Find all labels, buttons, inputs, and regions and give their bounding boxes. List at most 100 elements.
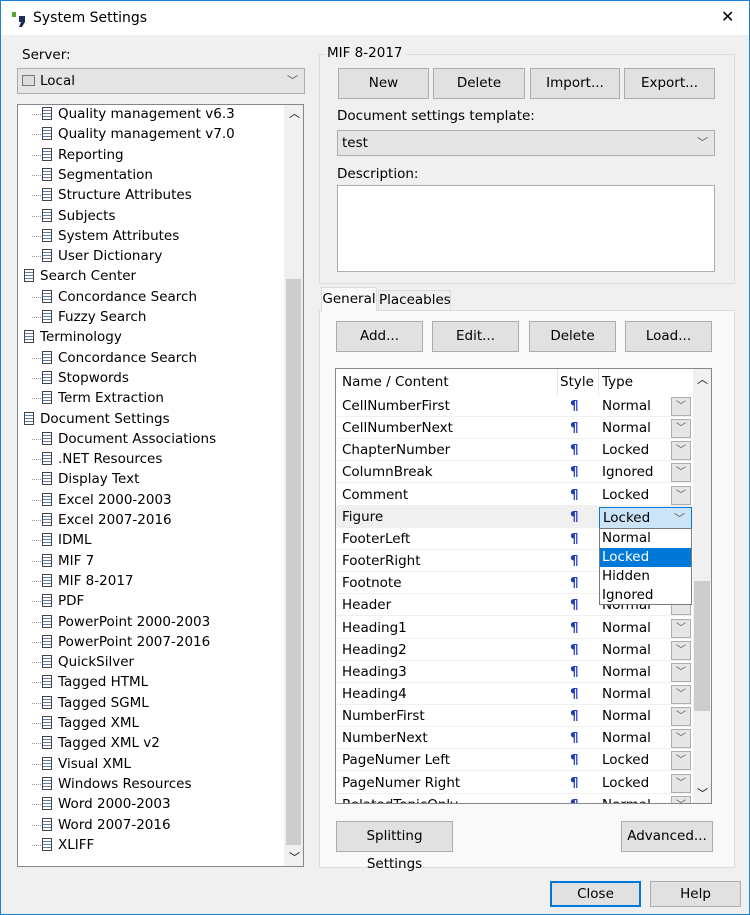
tree-item[interactable]: Windows Resources — [42, 774, 192, 794]
tree-item[interactable]: Stopwords — [42, 368, 129, 388]
template-select[interactable]: test ﹀ — [337, 130, 715, 156]
server-select[interactable]: Local ﹀ — [17, 68, 305, 94]
table-row[interactable]: CellNumberNext ¶ Normal ﹀ — [336, 417, 693, 440]
table-scrollbar-thumb[interactable] — [694, 581, 710, 711]
tree-item[interactable]: Reporting — [42, 145, 124, 165]
tree-item[interactable]: QuickSilver — [42, 652, 134, 672]
scroll-down-icon[interactable]: ﹀ — [697, 785, 708, 801]
table-row[interactable]: Heading2 ¶ Normal ﹀ — [336, 639, 693, 661]
table-row[interactable]: NumberFirst ¶ Normal ﹀ — [336, 705, 693, 728]
tree-item[interactable]: User Dictionary — [42, 246, 162, 266]
scroll-up-icon[interactable]: ︿ — [289, 105, 300, 121]
tree-item[interactable]: Tagged HTML — [42, 672, 148, 692]
template-import-button[interactable]: Import... — [530, 68, 620, 99]
tree-item[interactable]: PowerPoint 2007-2016 — [42, 632, 210, 652]
scroll-up-icon[interactable]: ︿ — [697, 371, 708, 387]
template-new-button[interactable]: New — [338, 68, 429, 99]
tree-item[interactable]: Term Extraction — [42, 388, 164, 408]
table-row[interactable]: PageNumer Left ¶ Locked ﹀ — [336, 749, 693, 772]
template-export-button[interactable]: Export... — [624, 68, 715, 99]
type-dropdown-button[interactable]: ﹀ — [671, 618, 691, 638]
tag-edit-button[interactable]: Edit... — [432, 321, 519, 352]
dropdown-option[interactable]: Normal — [600, 529, 691, 548]
type-dropdown-button[interactable]: ﹀ — [671, 729, 691, 749]
table-row[interactable]: CellNumberFirst ¶ Normal ﹀ — [336, 395, 693, 417]
tree-item[interactable]: Search Center — [24, 266, 136, 286]
tree-item[interactable]: Quality management v6.3 — [42, 105, 235, 124]
table-row[interactable]: Comment ¶ Locked ﹀ — [336, 484, 693, 506]
column-header-style[interactable]: Style — [557, 369, 594, 395]
table-row[interactable]: PageNumer Right ¶ Locked ﹀ — [336, 772, 693, 794]
tag-add-button[interactable]: Add... — [336, 321, 423, 352]
tree-item[interactable]: Segmentation — [42, 165, 153, 185]
type-dropdown-button[interactable]: ﹀ — [671, 662, 691, 682]
tree-item[interactable]: IDML — [42, 530, 92, 550]
tree-item[interactable]: Document Associations — [42, 429, 216, 449]
tree-item[interactable]: Structure Attributes — [42, 185, 192, 205]
tree-item[interactable]: Display Text — [42, 469, 139, 489]
type-dropdown-button[interactable]: ﹀ — [671, 397, 691, 416]
tree-item[interactable]: Concordance Search — [42, 348, 197, 368]
tree-item[interactable]: Concordance Search — [42, 287, 197, 307]
tree-item[interactable]: MIF 8-2017 — [42, 571, 134, 591]
table-row[interactable]: Heading4 ¶ Normal ﹀ — [336, 683, 693, 705]
tree-item[interactable]: Terminology — [24, 327, 122, 347]
tree-item[interactable]: Document Settings — [24, 409, 170, 429]
tree-item[interactable]: Tagged SGML — [42, 693, 149, 713]
scroll-down-icon[interactable]: ﹀ — [289, 849, 300, 865]
type-dropdown-button[interactable]: ﹀ — [671, 441, 691, 461]
tree-item[interactable]: System Attributes — [42, 226, 179, 246]
table-row[interactable]: Heading1 ¶ Normal ﹀ — [336, 617, 693, 639]
close-button[interactable]: Close — [550, 881, 641, 907]
type-dropdown-button[interactable]: ﹀ — [671, 773, 691, 793]
tree-scrollbar-thumb[interactable] — [286, 279, 301, 845]
tree-item[interactable]: Visual XML — [42, 754, 131, 774]
tree-item[interactable]: XLIFF — [42, 835, 94, 855]
close-window-button[interactable]: ✕ — [721, 7, 734, 26]
table-row[interactable]: Heading3 ¶ Normal ﹀ — [336, 661, 693, 683]
table-row[interactable]: NumberNext ¶ Normal ﹀ — [336, 727, 693, 750]
tree-item[interactable]: Excel 2000-2003 — [42, 490, 172, 510]
tree-item[interactable]: Quality management v7.0 — [42, 124, 235, 144]
description-textarea[interactable] — [337, 185, 715, 272]
table-row[interactable]: Figure ¶ Locked ﹀ — [336, 505, 693, 530]
table-scrollbar[interactable]: ︿ ﹀ — [693, 369, 711, 803]
tree-item[interactable]: .NET Resources — [42, 449, 162, 469]
type-dropdown-button[interactable]: ﹀ — [671, 463, 691, 483]
type-dropdown-button[interactable]: ﹀ — [671, 751, 691, 771]
tree-item[interactable]: Tagged XML — [42, 713, 139, 733]
tree-item[interactable]: Word 2007-2016 — [42, 815, 171, 835]
tree-item[interactable]: Subjects — [42, 206, 116, 226]
column-header-name[interactable]: Name / Content — [342, 369, 449, 395]
tree-item[interactable]: Tagged XML v2 — [42, 733, 160, 753]
tree-item[interactable]: Excel 2007-2016 — [42, 510, 172, 530]
dropdown-option[interactable]: Ignored — [600, 586, 691, 605]
splitting-settings-button[interactable]: Splitting Settings — [336, 821, 453, 872]
tree-item[interactable]: Fuzzy Search — [42, 307, 146, 327]
type-dropdown-button[interactable]: ﹀ — [671, 485, 691, 505]
tree-item[interactable]: PDF — [42, 591, 84, 611]
tab-general[interactable]: General — [321, 287, 377, 311]
tag-load-button[interactable]: Load... — [625, 321, 712, 352]
help-button[interactable]: Help — [650, 881, 741, 907]
dropdown-option[interactable]: Locked — [600, 548, 691, 567]
column-header-type[interactable]: Type — [598, 369, 633, 395]
type-dropdown-button[interactable]: ﹀ — [671, 795, 691, 803]
table-row[interactable]: ColumnBreak ¶ Ignored ﹀ — [336, 461, 693, 484]
tab-placeables[interactable]: Placeables — [378, 290, 451, 311]
table-row[interactable]: ChapterNumber ¶ Locked ﹀ — [336, 439, 693, 462]
type-select-open[interactable]: Locked ﹀ — [599, 506, 692, 530]
tree-scrollbar[interactable]: ︿ ﹀ — [284, 105, 303, 866]
dropdown-option[interactable]: Hidden — [600, 567, 691, 586]
advanced-button[interactable]: Advanced... — [621, 821, 713, 852]
type-dropdown-button[interactable]: ﹀ — [671, 419, 691, 439]
template-delete-button[interactable]: Delete — [433, 68, 525, 99]
type-dropdown-button[interactable]: ﹀ — [671, 707, 691, 727]
tree-item[interactable]: PowerPoint 2000-2003 — [42, 612, 210, 632]
tree-item[interactable]: MIF 7 — [42, 551, 94, 571]
type-dropdown-button[interactable]: ﹀ — [671, 684, 691, 704]
table-row[interactable]: RelatedTopicOnly ¶ Normal ﹀ — [336, 794, 693, 803]
type-dropdown-button[interactable]: ﹀ — [671, 640, 691, 660]
tag-delete-button[interactable]: Delete — [529, 321, 616, 352]
tree-item[interactable]: Word 2000-2003 — [42, 794, 171, 814]
